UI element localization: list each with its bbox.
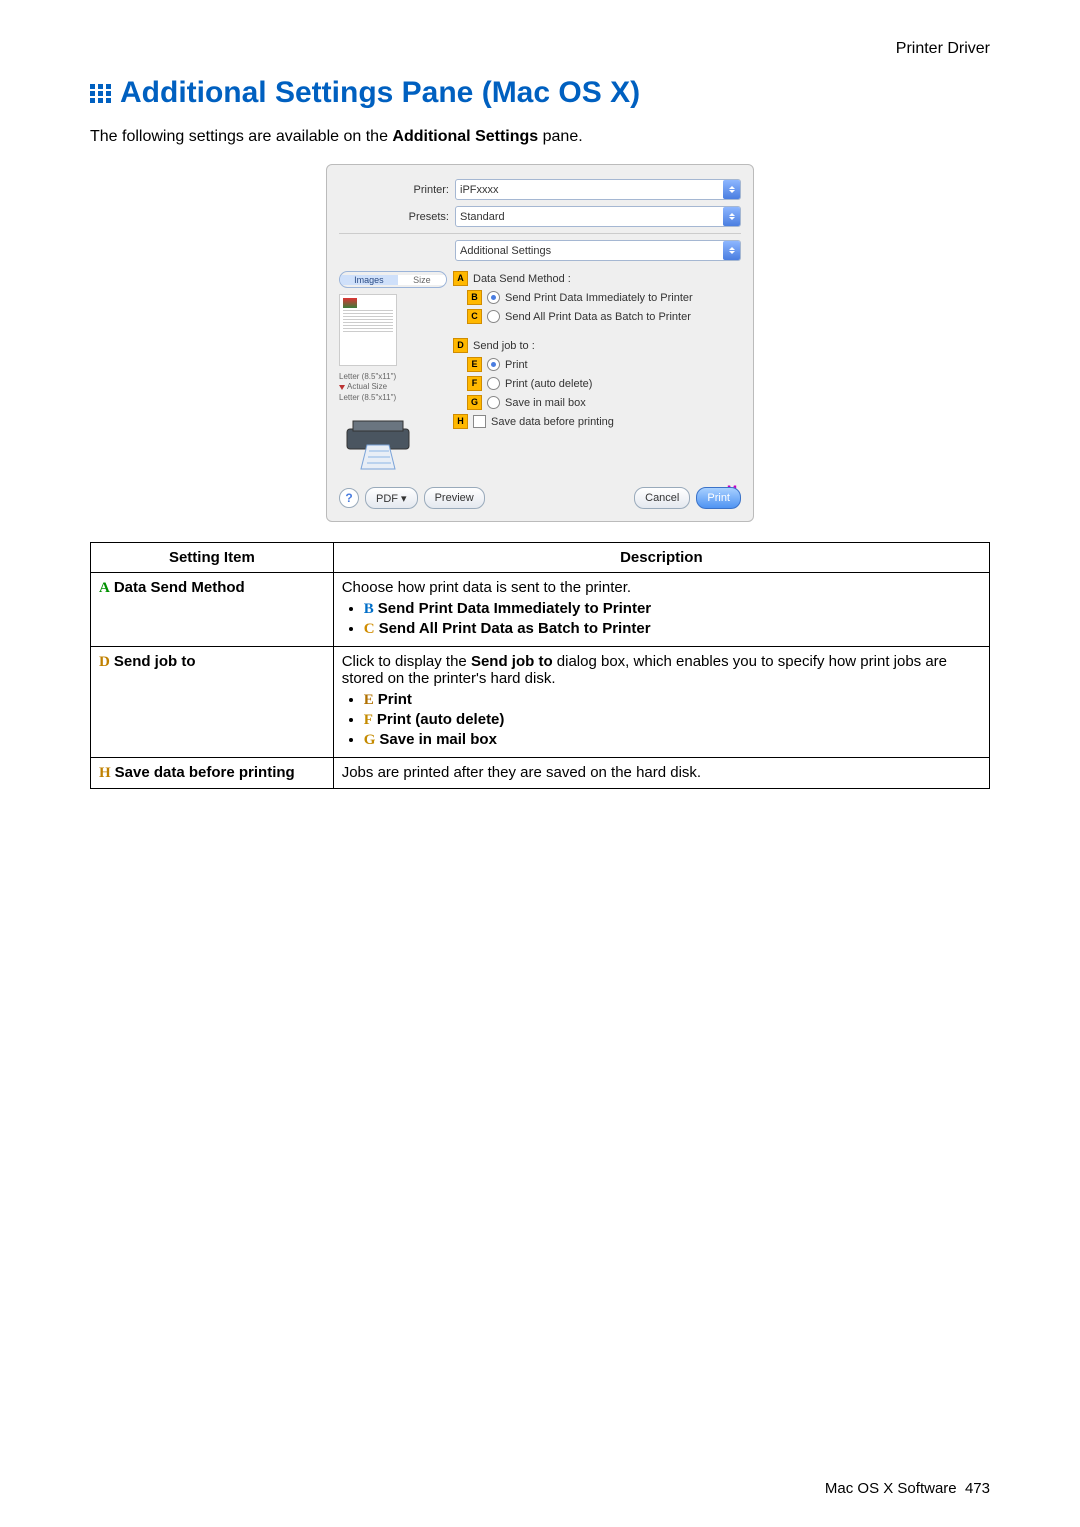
print-auto-delete-radio[interactable]: FPrint (auto delete) xyxy=(453,376,741,391)
presets-label: Presets: xyxy=(339,211,455,223)
page-title: Additional Settings Pane (Mac OS X) xyxy=(90,76,990,110)
grid-icon xyxy=(90,84,112,102)
pane-select[interactable]: Additional Settings xyxy=(455,240,741,261)
preview-button[interactable]: Preview xyxy=(424,487,485,509)
col-setting: Setting Item xyxy=(91,543,334,573)
printer-illustration xyxy=(339,411,425,475)
radio-icon xyxy=(487,396,500,409)
page-footer: Mac OS X Software 473 xyxy=(825,1480,990,1497)
down-arrow-icon xyxy=(339,385,345,390)
table-row: HSave data before printing Jobs are prin… xyxy=(91,758,990,789)
chevron-updown-icon xyxy=(723,207,740,226)
tab-images[interactable]: Images xyxy=(340,275,398,285)
save-mailbox-radio[interactable]: GSave in mail box xyxy=(453,395,741,410)
chevron-updown-icon xyxy=(723,241,740,260)
send-immediately-radio[interactable]: BSend Print Data Immediately to Printer xyxy=(453,290,741,305)
printer-label: Printer: xyxy=(339,184,455,196)
send-batch-radio[interactable]: CSend All Print Data as Batch to Printer xyxy=(453,309,741,324)
printer-select[interactable]: iPFxxxx xyxy=(455,179,741,200)
print-radio[interactable]: EPrint xyxy=(453,357,741,372)
cancel-button[interactable]: Cancel xyxy=(634,487,690,509)
presets-select[interactable]: Standard xyxy=(455,206,741,227)
send-job-to-label: DSend job to : xyxy=(453,338,741,353)
pdf-button[interactable]: PDF ▾ xyxy=(365,487,418,509)
table-row: DSend job to Click to display the Send j… xyxy=(91,647,990,758)
settings-table: Setting Item Description AData Send Meth… xyxy=(90,542,990,789)
chevron-updown-icon xyxy=(723,180,740,199)
help-button[interactable]: ? xyxy=(339,488,359,508)
col-description: Description xyxy=(333,543,989,573)
print-button[interactable]: Print xyxy=(696,487,741,509)
radio-icon xyxy=(487,377,500,390)
data-send-method-label: AData Send Method : xyxy=(453,271,741,286)
print-dialog: Printer: iPFxxxx Presets: Standard Addit… xyxy=(326,164,754,522)
preview-thumbnail xyxy=(339,294,397,366)
radio-icon xyxy=(487,310,500,323)
tab-size[interactable]: Size xyxy=(398,275,446,285)
intro-text: The following settings are available on … xyxy=(90,128,990,146)
checkbox-icon xyxy=(473,415,486,428)
media-size-info: Letter (8.5"x11") Actual Size Letter (8.… xyxy=(339,372,447,403)
preview-tabs[interactable]: Images Size xyxy=(339,271,447,288)
save-before-print-checkbox[interactable]: HSave data before printing xyxy=(453,414,741,429)
radio-selected-icon xyxy=(487,358,500,371)
title-text: Additional Settings Pane (Mac OS X) xyxy=(120,76,640,110)
section-header: Printer Driver xyxy=(90,40,990,58)
radio-selected-icon xyxy=(487,291,500,304)
table-row: AData Send Method Choose how print data … xyxy=(91,573,990,647)
